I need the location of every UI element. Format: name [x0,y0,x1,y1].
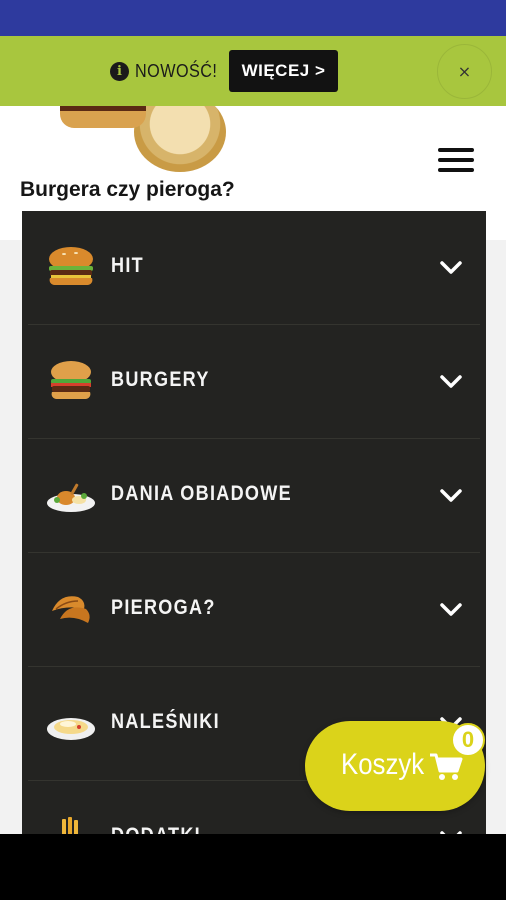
burger-icon [51,361,91,400]
status-bar [0,0,506,36]
burger-icon [49,247,93,286]
menu-item-label: NALEŚNIKI [111,710,220,733]
menu-item-label: BURGERY [111,368,210,391]
info-icon: i [110,62,129,81]
shopping-cart-icon [430,753,463,780]
pierogi-icon [52,596,90,623]
menu-item-label: DANIA OBIADOWE [111,482,292,505]
menu-item-label: HIT [111,254,144,277]
cart-count-badge: 0 [451,723,485,757]
fries-icon [62,817,78,834]
chevron-down-icon [440,261,462,274]
chevron-down-icon [440,489,462,502]
menu-item-hit[interactable]: HIT [22,211,486,325]
menu-item-dania-obiadowe[interactable]: DANIA OBIADOWE [22,439,486,553]
more-button[interactable]: WIĘCEJ > [229,50,338,92]
banner-info: i NOWOŚĆ! [110,61,227,82]
hamburger-menu-icon[interactable] [438,148,474,172]
dinner-plate-icon [47,483,95,512]
menu-item-pieroga[interactable]: PIEROGA? [22,553,486,667]
chevron-down-icon [440,375,462,388]
chevron-down-icon [440,603,462,616]
menu-item-label: DODATKI [111,824,201,834]
close-banner-button[interactable]: × [437,44,492,99]
menu-item-label: PIEROGA? [111,596,216,619]
system-nav-bar [0,834,506,900]
pancake-plate-icon [47,718,95,740]
promo-banner: i NOWOŚĆ! WIĘCEJ > × [0,36,506,106]
menu-item-burgery[interactable]: BURGERY [22,325,486,439]
site-tagline: Burgera czy pieroga? [20,178,235,201]
banner-text: NOWOŚĆ! [135,61,218,81]
cart-label: Koszyk [341,748,425,781]
